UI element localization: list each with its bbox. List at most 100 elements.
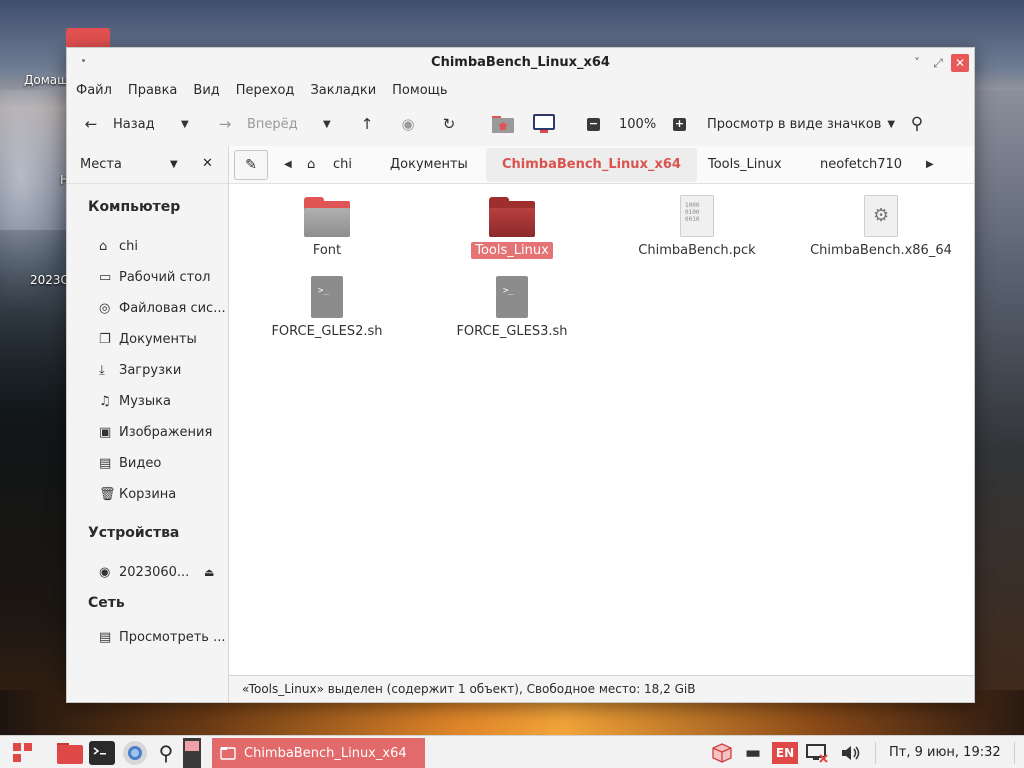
sidebar-item-label: Загрузки — [119, 363, 182, 378]
tray-keyboard-layout[interactable]: EN — [771, 738, 799, 767]
sidebar-item-label: Документы — [119, 332, 197, 347]
back-label: Назад — [113, 116, 155, 132]
chevron-down-icon: ▼ — [887, 118, 896, 130]
maximize-button[interactable]: ⤢ — [929, 54, 947, 72]
sidebar-item-optical-disc[interactable]: ◉ 2023060... ⏏ — [67, 557, 228, 588]
path-scroll-left-icon[interactable]: ◀ — [284, 146, 292, 184]
sidebar-item-home[interactable]: ⌂ chi — [67, 231, 228, 262]
file-name: ChimbaBench.x86_64 — [810, 243, 952, 258]
up-button[interactable]: ↑ — [357, 112, 377, 136]
file-item-font[interactable]: Font — [237, 197, 417, 259]
crumb-tools-linux[interactable]: Tools_Linux — [708, 146, 782, 184]
tray-package-manager[interactable] — [708, 738, 736, 767]
file-name: ChimbaBench.pck — [638, 243, 756, 258]
toolbar: ← Назад ▼ → Вперёд ▼ ↑ ◉ ↻ − 100% + Прос… — [67, 102, 974, 146]
zoom-in-button[interactable]: + — [673, 112, 686, 136]
computer-button[interactable] — [532, 112, 556, 136]
download-icon: ⤓ — [99, 363, 105, 378]
taskbar-window-button[interactable]: ChimbaBench_Linux_x64 — [212, 738, 425, 768]
back-history-dropdown[interactable]: ▼ — [181, 112, 189, 136]
forward-button[interactable]: → Вперёд — [215, 112, 298, 136]
menu-file[interactable]: Файл — [76, 83, 112, 98]
sidebar-item-label: Музыка — [119, 394, 171, 409]
chat-bubble-icon: ▬ — [744, 742, 762, 763]
sidebar-item-desktop[interactable]: ▭ Рабочий стол — [67, 262, 228, 293]
sidebar-item-label: Корзина — [119, 487, 177, 502]
sidebar-item-videos[interactable]: ▤ Видео — [67, 448, 228, 479]
crumb-documents[interactable]: Документы — [390, 146, 468, 184]
launcher-search[interactable]: ⚲ — [153, 738, 179, 767]
start-menu-button[interactable] — [10, 738, 34, 767]
crumb-chimbabench[interactable]: ChimbaBench_Linux_x64 — [486, 148, 697, 182]
search-button[interactable]: ⚲ — [907, 112, 927, 136]
sidebar-item-pictures[interactable]: ▣ Изображения — [67, 417, 228, 448]
sidebar-item-trash[interactable]: 🗑 Корзина — [67, 479, 228, 510]
executable-icon: ⚙ — [864, 195, 898, 237]
sidebar-item-network[interactable]: ▤ Просмотреть ... — [67, 622, 228, 653]
launcher-screenshot[interactable] — [182, 737, 202, 768]
tray-notifications[interactable]: ▬ — [740, 738, 766, 767]
launcher-terminal[interactable] — [87, 738, 117, 767]
forward-history-dropdown[interactable]: ▼ — [323, 112, 331, 136]
section-network: Сеть — [88, 595, 125, 611]
tray-network[interactable] — [803, 738, 831, 767]
stop-icon: ◉ — [401, 115, 415, 133]
sidebar-item-label: Изображения — [119, 425, 213, 440]
taskbar-window-title: ChimbaBench_Linux_x64 — [244, 745, 407, 761]
sidebar-item-filesystem[interactable]: ◎ Файловая сис... — [67, 293, 228, 324]
speaker-icon — [842, 745, 860, 760]
file-item-force-gles3[interactable]: >_ FORCE_GLES3.sh — [422, 276, 602, 340]
folder-icon — [489, 197, 535, 237]
reload-button[interactable]: ↻ — [439, 112, 459, 136]
file-item-tools-linux[interactable]: Tools_Linux — [422, 197, 602, 259]
zoom-level: 100% — [619, 116, 657, 132]
crumb-home-icon[interactable]: ⌂ — [307, 146, 315, 184]
close-sidebar-icon[interactable]: ✕ — [202, 156, 213, 171]
zoom-out-button[interactable]: − — [587, 112, 600, 136]
show-desktop-separator[interactable] — [1014, 742, 1015, 764]
desktop-wallpaper-trees — [0, 230, 70, 700]
stop-button[interactable]: ◉ — [398, 112, 418, 136]
menu-view[interactable]: Вид — [193, 83, 219, 98]
launcher-files[interactable] — [55, 738, 85, 767]
tray-volume[interactable] — [837, 738, 865, 767]
menu-help[interactable]: Помощь — [392, 83, 447, 98]
section-computer: Компьютер — [88, 199, 181, 215]
eject-icon[interactable]: ⏏ — [204, 566, 214, 579]
script-file-icon: >_ — [496, 276, 528, 318]
menu-edit[interactable]: Правка — [128, 83, 177, 98]
menu-go[interactable]: Переход — [236, 83, 295, 98]
disk-icon: ◎ — [99, 301, 111, 316]
sidebar-item-documents[interactable]: ❐ Документы — [67, 324, 228, 355]
edit-location-button[interactable]: ✎ — [234, 150, 268, 180]
places-dropdown-icon[interactable]: ▼ — [170, 159, 178, 170]
terminal-prompt-glyph: >_ — [318, 286, 329, 296]
launcher-browser[interactable] — [120, 738, 150, 767]
title-bar[interactable]: ChimbaBench_Linux_x64 ˅ ⤢ ✕ — [67, 48, 974, 78]
file-item-chimbabench-pck[interactable]: 1000 0100 0010 ChimbaBench.pck — [607, 195, 787, 259]
terminal-prompt-glyph: >_ — [503, 286, 514, 296]
desktop-label-2023[interactable]: 2023С — [30, 273, 69, 287]
sidebar-item-music[interactable]: ♫ Музыка — [67, 386, 228, 417]
clock[interactable]: Пт, 9 июн, 19:32 — [889, 736, 1001, 768]
chevron-down-icon: ▼ — [323, 118, 331, 130]
minimize-button[interactable]: ˅ — [908, 54, 926, 72]
desktop-label-home[interactable]: Домаш — [24, 73, 68, 87]
file-view[interactable]: Font Tools_Linux 1000 0100 0010 ChimbaBe… — [229, 184, 974, 675]
path-bar: ✎ ◀ ⌂ chi Документы ChimbaBench_Linux_x6… — [229, 146, 974, 184]
close-button[interactable]: ✕ — [951, 54, 969, 72]
home-folder-button[interactable] — [491, 112, 515, 136]
sidebar-item-downloads[interactable]: ⤓ Загрузки — [67, 355, 228, 386]
path-scroll-right-icon[interactable]: ▶ — [926, 146, 934, 184]
file-item-force-gles2[interactable]: >_ FORCE_GLES2.sh — [237, 276, 417, 340]
file-item-chimbabench-x86[interactable]: ⚙ ChimbaBench.x86_64 — [791, 195, 971, 259]
screenshot-icon — [183, 737, 201, 768]
arrow-up-icon: ↑ — [360, 115, 374, 133]
plus-icon: + — [673, 116, 686, 131]
crumb-neofetch[interactable]: neofetch710 — [820, 146, 902, 184]
back-button[interactable]: ← Назад — [81, 112, 155, 136]
crumb-chi[interactable]: chi — [333, 146, 352, 184]
package-icon — [712, 742, 732, 763]
view-mode-dropdown[interactable]: Просмотр в виде значков ▼ — [707, 112, 895, 136]
menu-bookmarks[interactable]: Закладки — [310, 83, 376, 98]
